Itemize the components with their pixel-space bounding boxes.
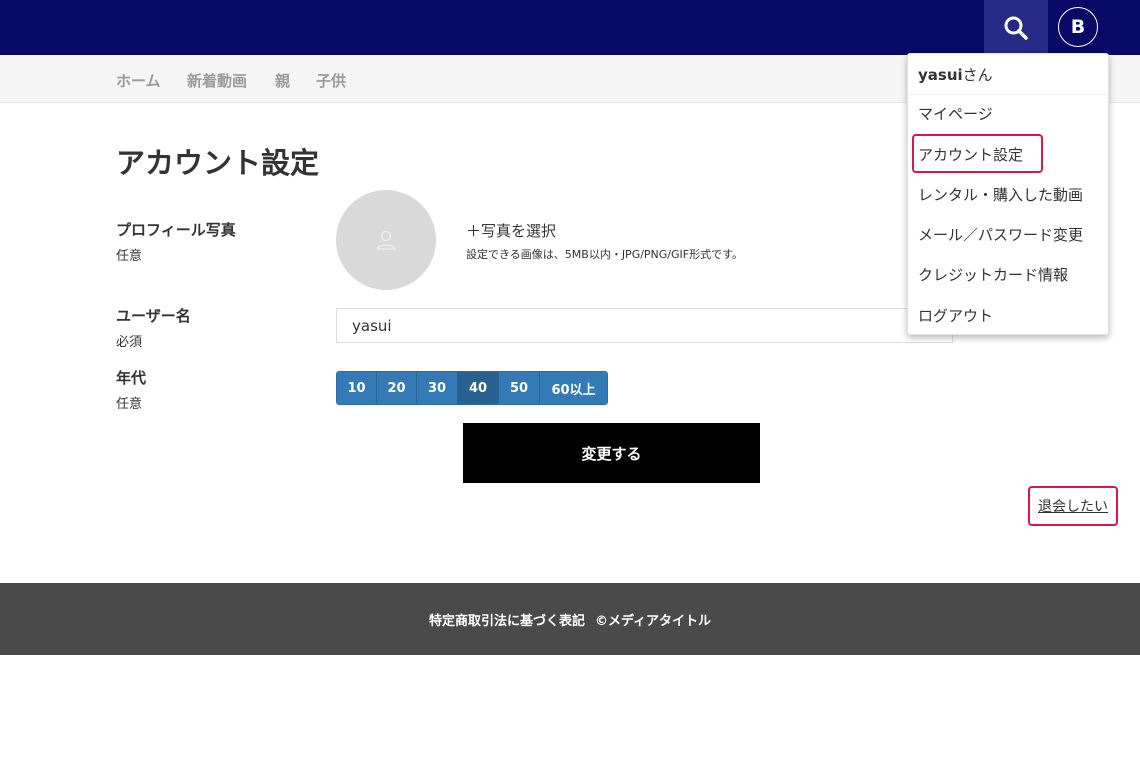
dropdown-item-mypage[interactable]: マイページ [918, 103, 993, 124]
nav-item-home[interactable]: ホーム [116, 70, 161, 91]
nav-item-parent[interactable]: 親 [275, 70, 290, 91]
nav-item-child[interactable]: 子供 [316, 70, 346, 91]
avatar-button[interactable]: B [1058, 7, 1098, 47]
submit-button[interactable]: 変更する [463, 423, 760, 483]
top-header: B [0, 0, 1140, 55]
profile-photo-note: 任意 [116, 249, 143, 264]
dropdown-user-name: yasui [918, 66, 963, 84]
age-button-group: 10 20 30 40 50 60以上 [336, 371, 608, 405]
dropdown-user-greeting: yasuiさん [918, 64, 993, 85]
dropdown-divider [908, 94, 1108, 95]
dropdown-item-account-settings[interactable]: アカウント設定 [918, 144, 1023, 165]
age-option-60-plus[interactable]: 60以上 [540, 372, 607, 404]
submit-button-label: 変更する [581, 444, 642, 463]
user-icon [376, 230, 396, 250]
search-icon [1004, 16, 1028, 40]
age-option-50[interactable]: 50 [499, 372, 540, 404]
page-title: アカウント設定 [116, 146, 320, 180]
dropdown-item-email-password[interactable]: メール／パスワード変更 [918, 224, 1083, 245]
dropdown-user-suffix: さん [962, 66, 993, 84]
user-dropdown-menu: yasuiさん マイページ アカウント設定 レンタル・購入した動画 メール／パス… [907, 53, 1109, 335]
username-input[interactable] [336, 308, 953, 343]
footer-legal-link[interactable]: 特定商取引法に基づく表記 [429, 610, 585, 629]
search-button[interactable] [984, 0, 1048, 55]
username-label: ユーザー名 [116, 307, 191, 325]
age-option-10[interactable]: 10 [337, 372, 377, 404]
photo-hint-text: 設定できる画像は、5MB以内・JPG/PNG/GIF形式です。 [466, 248, 744, 261]
withdraw-highlight: 退会したい [1028, 486, 1118, 526]
dropdown-item-rented-videos[interactable]: レンタル・購入した動画 [918, 184, 1083, 205]
withdraw-link[interactable]: 退会したい [1038, 496, 1108, 516]
profile-photo-placeholder[interactable] [336, 190, 436, 290]
age-option-30[interactable]: 30 [417, 372, 458, 404]
age-option-40[interactable]: 40 [458, 372, 499, 404]
age-label: 年代 [116, 369, 147, 387]
avatar-initial: B [1070, 16, 1086, 38]
footer-copyright: ©メディアタイトル [594, 613, 712, 629]
age-option-20[interactable]: 20 [377, 372, 417, 404]
dropdown-item-credit-card[interactable]: クレジットカード情報 [918, 264, 1068, 285]
profile-photo-label: プロフィール写真 [116, 221, 236, 239]
select-photo-link[interactable]: ＋写真を選択 [466, 220, 556, 241]
dropdown-item-logout[interactable]: ログアウト [918, 305, 993, 326]
nav-item-new-videos[interactable]: 新着動画 [187, 70, 247, 91]
footer: 特定商取引法に基づく表記 ©メディアタイトル [0, 583, 1140, 655]
username-note: 必須 [116, 335, 143, 350]
age-note: 任意 [116, 397, 143, 412]
